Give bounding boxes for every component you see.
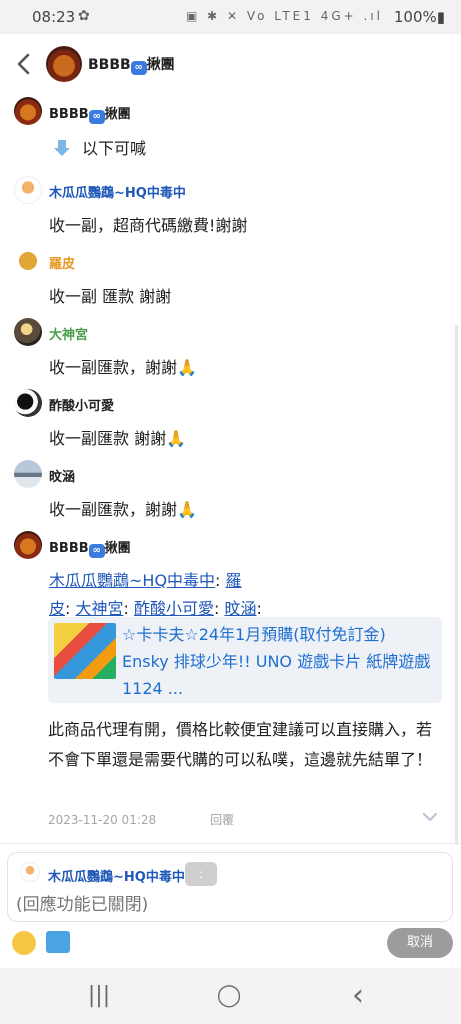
chevron-left-icon — [17, 53, 30, 75]
mention-separator: : — [215, 571, 226, 590]
back-nav-icon[interactable]: ‹ — [343, 981, 373, 1011]
message-meta: 2023-11-20 01:28 回覆 — [48, 811, 234, 828]
mention-separator: : — [214, 599, 225, 618]
message-author[interactable]: 旼涵 — [49, 466, 75, 485]
arrow-down-icon — [54, 140, 70, 156]
chevron-down-icon[interactable] — [420, 807, 440, 827]
infinity-icon: ∞ — [88, 544, 105, 558]
author-name: BBBB — [49, 107, 89, 122]
pinwheel-icon: ✿ — [78, 8, 90, 24]
mention-separator: : — [256, 599, 262, 618]
avatar[interactable] — [14, 318, 42, 346]
compose-box: 木瓜瓜鸚鵡~HQ中毒中 : — [7, 852, 453, 922]
link-title[interactable]: ☆卡卡夫☆24年1月預購(取付免訂金) Ensky 排球少年!! UNO 遊戲卡… — [122, 621, 436, 702]
cancel-button[interactable]: 取消 — [387, 928, 453, 958]
reply-to-name: 木瓜瓜鸚鵡~HQ中毒中 — [48, 870, 185, 885]
message-body: 收一副 匯款 謝謝 — [49, 287, 172, 306]
avatar[interactable] — [14, 389, 42, 417]
header-title: BBBB ∞ 揪團 — [88, 54, 175, 75]
mention-link[interactable]: 木瓜瓜鸚鵡~HQ中毒中 — [49, 571, 215, 590]
link-thumbnail — [54, 623, 116, 679]
infinity-icon: ∞ — [88, 110, 105, 124]
mention-link[interactable]: 皮 — [49, 599, 65, 618]
header-avatar[interactable] — [46, 46, 82, 82]
avatar[interactable] — [14, 531, 42, 559]
avatar[interactable] — [14, 97, 42, 125]
avatar[interactable] — [14, 176, 42, 204]
message-author[interactable]: 羅皮 — [49, 253, 75, 272]
message-author[interactable]: 大神宮 — [49, 324, 88, 343]
emoji-icon[interactable] — [12, 931, 36, 955]
image-icon[interactable] — [46, 931, 70, 953]
message-body: 收一副匯款，謝謝🙏 — [49, 500, 197, 519]
header-title-name: BBBB — [88, 57, 131, 73]
infinity-icon: ∞ — [130, 61, 147, 75]
timestamp: 2023-11-20 01:28 — [48, 813, 157, 827]
link-preview-card[interactable]: ☆卡卡夫☆24年1月預購(取付免訂金) Ensky 排球少年!! UNO 遊戲卡… — [48, 617, 442, 703]
author-name: BBBB — [49, 541, 89, 556]
qualifier-chip[interactable]: : — [185, 862, 217, 886]
status-bar: 08:23 ✿ ▣ ✱ ✕ Vo LTE1 4G+ .ıl 100%▮ — [0, 0, 461, 34]
battery-level: 100%▮ — [393, 8, 445, 26]
status-icons: ▣ ✱ ✕ Vo LTE1 4G+ .ıl — [185, 9, 383, 23]
avatar[interactable] — [14, 460, 42, 488]
reply-input[interactable] — [16, 893, 436, 917]
mention-separator: : — [65, 599, 76, 618]
message-author[interactable]: 酢酸小可愛 — [49, 395, 114, 414]
home-icon[interactable]: ◯ — [214, 982, 244, 1010]
message-body: 收一副匯款，謝謝🙏 — [49, 358, 197, 377]
avatar[interactable] — [14, 247, 42, 275]
status-time: 08:23 — [32, 8, 76, 26]
message-body: 以下可喊 — [52, 135, 146, 159]
message-author[interactable]: BBBB ∞ 揪團 — [49, 537, 131, 558]
message-body: 收一副，超商代碼繳費!謝謝 — [49, 216, 248, 235]
mention-link[interactable]: 旼涵 — [225, 599, 257, 618]
author-suffix: 揪團 — [104, 107, 131, 122]
scrollbar[interactable] — [455, 325, 458, 845]
avatar — [20, 862, 40, 882]
header-title-suffix: 揪團 — [146, 57, 175, 73]
message-text: 以下可喊 — [82, 139, 147, 158]
author-suffix: 揪團 — [104, 541, 131, 556]
mention-separator: : — [123, 599, 134, 618]
recents-icon[interactable]: ||| — [84, 982, 114, 1010]
message-text: 此商品代理有開，價格比較便宜建議可以直接購入，若不會下單還是需要代購的可以私噗，… — [48, 720, 433, 769]
mention-link[interactable]: 大神宮 — [76, 599, 124, 618]
navigation-bar: ||| ◯ ‹ — [0, 968, 461, 1024]
divider — [0, 843, 461, 844]
message-author[interactable]: BBBB ∞ 揪團 — [49, 103, 131, 124]
mention-list: 木瓜瓜鸚鵡~HQ中毒中: 羅皮: 大神宮: 酢酸小可愛: 旼涵: — [49, 567, 289, 623]
mention-link[interactable]: 酢酸小可愛 — [134, 599, 214, 618]
reply-button[interactable]: 回覆 — [210, 813, 234, 827]
mention-link[interactable]: 羅 — [226, 571, 242, 590]
message-author[interactable]: 木瓜瓜鸚鵡~HQ中毒中 — [49, 182, 186, 201]
back-button[interactable] — [10, 48, 38, 80]
message-body: 收一副匯款 謝謝🙏 — [49, 429, 187, 448]
app-header: BBBB ∞ 揪團 — [0, 34, 461, 94]
